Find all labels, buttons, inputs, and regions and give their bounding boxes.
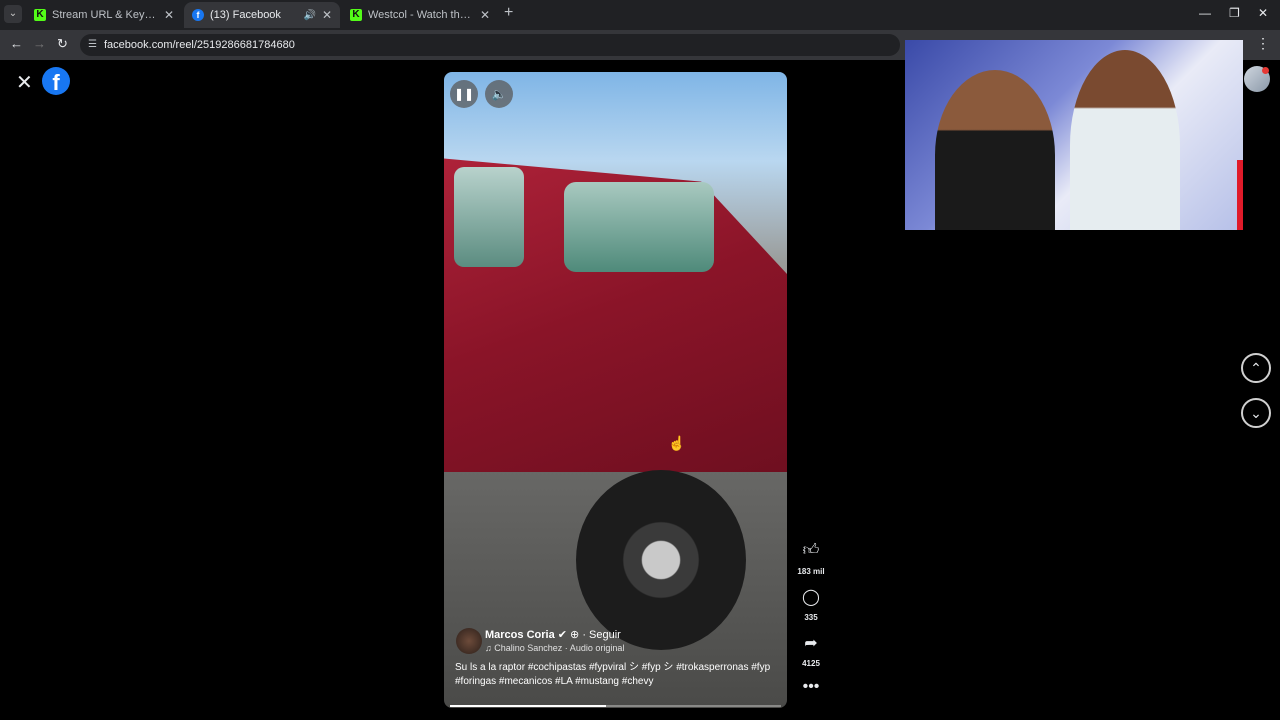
site-info-icon[interactable]: ☰	[88, 34, 97, 56]
facebook-logo[interactable]: f	[42, 67, 70, 95]
truck-rear-window	[564, 182, 714, 272]
pc-case-light	[1237, 160, 1243, 230]
back-icon[interactable]: ←	[10, 36, 23, 51]
notification-dot	[1262, 67, 1269, 74]
more-options-button[interactable]: •••	[795, 678, 827, 698]
new-tab-icon[interactable]: +	[504, 4, 513, 22]
address-bar[interactable]: ☰ facebook.com/reel/2519286681784680	[80, 34, 900, 56]
like-button[interactable]: 👍︎ 183 mil	[795, 541, 827, 579]
close-icon[interactable]: ✕	[322, 8, 332, 22]
author-name[interactable]: Marcos Coria	[485, 629, 555, 641]
speaker-icon[interactable]: 🔊	[303, 10, 315, 21]
volume-icon[interactable]: 🔈	[485, 80, 513, 108]
close-icon[interactable]: ✕	[164, 8, 174, 22]
globe-icon: ⊕	[570, 629, 580, 641]
like-count: 183 mil	[797, 567, 825, 576]
forward-icon[interactable]: →	[33, 36, 46, 51]
comment-icon: ◯	[802, 589, 820, 606]
progress-bar[interactable]	[450, 705, 781, 707]
progress-fill	[450, 705, 606, 707]
audio-row[interactable]: ♫ Chalino Sanchez · Audio original	[485, 643, 624, 653]
minimize-icon[interactable]: —	[1199, 6, 1211, 20]
truck-wheel	[576, 470, 746, 650]
chevron-down-icon: ⌄	[1250, 405, 1262, 421]
tab-westcol-vod[interactable]: K Westcol - Watch the VOD on Ki ✕	[342, 2, 498, 28]
browser-menu-icon[interactable]: ⋮	[1256, 35, 1270, 52]
share-icon: ➦	[804, 635, 818, 652]
author-avatar[interactable]	[456, 628, 482, 654]
audio-label: Chalino Sanchez · Audio original	[494, 643, 625, 653]
chevron-up-icon: ⌃	[1250, 360, 1262, 376]
share-button[interactable]: ➦ 4125	[795, 633, 827, 671]
window-close-icon[interactable]: ✕	[1258, 6, 1268, 20]
tab-title: Westcol - Watch the VOD on Ki	[368, 9, 474, 21]
webcam-overlay	[905, 40, 1243, 230]
mouse-cursor-icon: ☝	[668, 435, 686, 451]
verified-icon: ✔	[557, 629, 571, 641]
address-text: facebook.com/reel/2519286681784680	[104, 39, 295, 51]
tab-title: Stream URL & Key - Kick Dashb	[52, 9, 158, 21]
guest-person	[1070, 50, 1180, 230]
follow-button[interactable]: · Seguir	[582, 629, 621, 641]
close-reel-icon[interactable]: ✕	[16, 70, 33, 95]
tab-facebook[interactable]: f (13) Facebook 🔊 ✕	[184, 2, 340, 28]
restore-icon[interactable]: ❐	[1229, 6, 1240, 20]
reel-caption[interactable]: Su ls a la raptor #cochipastas #fypviral…	[455, 661, 781, 689]
thumbs-up-icon: 👍︎	[802, 542, 820, 559]
tab-title: (13) Facebook	[210, 9, 281, 21]
next-reel-button[interactable]: ⌄	[1241, 398, 1271, 428]
author-row: Marcos Coria ✔ ⊕ · Seguir	[485, 628, 621, 641]
comment-count: 335	[804, 613, 818, 622]
tab-search-icon[interactable]: ⌄	[4, 5, 22, 23]
previous-reel-button[interactable]: ⌃	[1241, 353, 1271, 383]
facebook-icon: f	[192, 9, 204, 21]
kick-icon: K	[350, 9, 362, 21]
kick-icon: K	[34, 9, 46, 21]
tab-strip: ⌄ K Stream URL & Key - Kick Dashb ✕ f (1…	[0, 0, 1280, 30]
music-note-icon: ♫	[485, 643, 495, 653]
comment-button[interactable]: ◯ 335	[795, 587, 827, 625]
truck-door-window	[454, 167, 524, 267]
reel-video[interactable]: ❚❚ 🔈 Marcos Coria ✔ ⊕ · Seguir ♫ Chalino…	[444, 72, 787, 708]
more-dots-icon: •••	[802, 678, 820, 695]
pause-icon[interactable]: ❚❚	[450, 80, 478, 108]
tab-kick-dashboard[interactable]: K Stream URL & Key - Kick Dashb ✕	[26, 2, 182, 28]
close-icon[interactable]: ✕	[480, 8, 490, 22]
share-count: 4125	[802, 659, 820, 668]
reload-icon[interactable]: ↻	[57, 36, 68, 52]
streamer-person	[935, 70, 1055, 230]
